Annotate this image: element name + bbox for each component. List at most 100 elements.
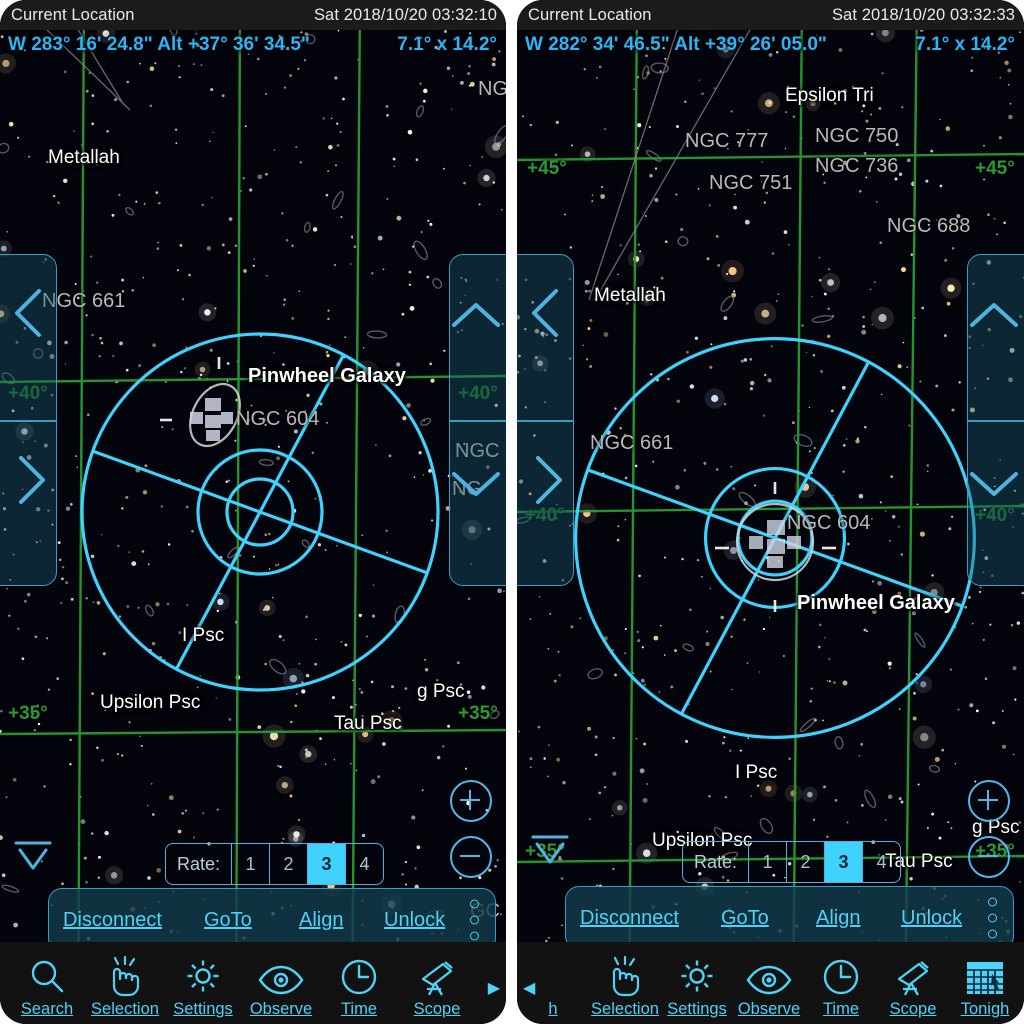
bottom-toolbar: Search Selection Settings Observe Time Scope ▶ — [0, 942, 506, 1024]
zoom-in-button[interactable] — [968, 780, 1010, 822]
rate-option-3[interactable]: 3 — [824, 842, 863, 882]
toolbar-item-tonigh[interactable]: Tonigh — [949, 947, 1021, 1019]
sky-object-label[interactable]: NGC 777 — [685, 130, 768, 153]
zoom-out-button[interactable] — [450, 836, 492, 878]
datetime-label[interactable]: Sat 2018/10/20 03:32:33 — [832, 6, 1015, 25]
chevron-left-icon[interactable] — [7, 283, 53, 348]
toolbar-item-selection[interactable]: Selection — [589, 947, 661, 1019]
sky-object-label[interactable]: NGC 688 — [887, 215, 970, 238]
scope-action-disconnect[interactable]: Disconnect — [63, 909, 162, 932]
chevron-left-icon[interactable] — [524, 283, 570, 348]
scope-action-goto[interactable]: GoTo — [204, 909, 252, 932]
gear-icon — [676, 955, 718, 997]
sky-object-label[interactable]: g Psc — [417, 681, 465, 703]
field-of-view: 7.1° x 14.2° — [397, 34, 497, 55]
nav-pad-horizontal[interactable] — [517, 254, 574, 586]
sky-object-label[interactable]: NGC 604 — [236, 408, 319, 431]
scope-action-unlock[interactable]: Unlock — [384, 909, 445, 932]
sky-object-label[interactable]: NGC 604 — [787, 512, 870, 535]
pad-divider — [517, 420, 573, 422]
dual-screenshot-stage: +40° +40° +35° +35° Metallah NGC 661 Pinwheel … — [0, 0, 1024, 1024]
toolbar-item-settings[interactable]: Settings — [164, 947, 242, 1019]
slew-rate-selector[interactable]: Rate: 1 2 3 4 — [682, 841, 902, 883]
collapse-panel-button[interactable] — [10, 836, 56, 876]
scope-action-disconnect[interactable]: Disconnect — [580, 907, 679, 930]
chevron-down-icon[interactable] — [964, 460, 1024, 511]
more-options-icon[interactable] — [988, 897, 997, 939]
sky-object-label[interactable]: I Psc — [735, 762, 777, 784]
coordinate-readout: W 282° 34' 46.5" Alt +39° 26' 05.0" 7.1° … — [517, 30, 1024, 60]
toolbar-item-scope[interactable]: Scope — [877, 947, 949, 1019]
toolbar-scroll-right-icon[interactable]: ▶ — [488, 978, 500, 998]
telescope-icon — [891, 955, 935, 997]
toolbar-item-observe[interactable]: Observe — [733, 947, 805, 1019]
grid-label: +35° — [8, 703, 48, 724]
sky-object-label[interactable]: NGC 736 — [815, 155, 898, 178]
field-of-view: 7.1° x 14.2° — [915, 34, 1015, 55]
sky-panel-right: +45° +45° +40° +40° +35° +35° Epsilon Tri NGC 7… — [517, 0, 1024, 1024]
toolbar-item-search[interactable]: Search — [8, 947, 86, 1019]
sky-object-label[interactable]: Pinwheel Galaxy — [797, 592, 955, 615]
zoom-out-button[interactable] — [968, 836, 1010, 878]
rate-option-3[interactable]: 3 — [307, 844, 346, 884]
toolbar-item-label: Observe — [737, 1000, 801, 1018]
toolbar-item-observe[interactable]: Observe — [242, 947, 320, 1019]
toolbar-item-label: Observe — [249, 1000, 313, 1018]
zoom-in-button[interactable] — [450, 780, 492, 822]
toolbar-item-settings[interactable]: Settings — [661, 947, 733, 1019]
sky-object-label[interactable]: Metallah — [48, 147, 120, 169]
scope-action-align[interactable]: Align — [816, 907, 860, 930]
sky-object-label[interactable]: NGC 751 — [709, 172, 792, 195]
pointing-coordinates: W 282° 34' 46.5" Alt +39° 26' 05.0" — [525, 34, 827, 55]
current-location-label[interactable]: Current Location — [528, 6, 652, 25]
chevron-up-icon[interactable] — [964, 293, 1024, 344]
toolbar-item-scope[interactable]: Scope — [398, 947, 476, 1019]
scope-action-align[interactable]: Align — [299, 909, 343, 932]
eye-icon — [745, 955, 793, 997]
sky-object-label[interactable]: NGC 750 — [815, 125, 898, 148]
sky-object-label[interactable]: Epsilon Tri — [785, 85, 874, 107]
search-icon — [27, 955, 67, 997]
collapse-panel-button[interactable] — [527, 830, 573, 870]
toolbar-item-time[interactable]: Time — [805, 947, 877, 1019]
slew-rate-selector[interactable]: Rate: 1 2 3 4 — [165, 843, 385, 885]
scope-action-unlock[interactable]: Unlock — [901, 907, 962, 930]
sky-object-label[interactable]: Metallah — [594, 285, 666, 307]
more-options-icon[interactable] — [470, 899, 479, 941]
toolbar-item-time[interactable]: Time — [320, 947, 398, 1019]
chevron-right-icon[interactable] — [524, 450, 570, 515]
pointing-coordinates: W 283° 16' 24.8" Alt +37° 36' 34.5" — [8, 34, 310, 55]
sky-panel-left: +40° +40° +35° +35° Metallah NGC 661 Pinwheel … — [0, 0, 506, 1024]
nav-pad-vertical[interactable] — [449, 254, 506, 586]
sky-object-label[interactable]: NG — [478, 78, 506, 101]
rate-option-4[interactable]: 4 — [345, 844, 383, 884]
pad-divider — [450, 420, 506, 422]
nav-pad-vertical[interactable] — [967, 254, 1024, 586]
nav-pad-horizontal[interactable] — [0, 254, 57, 586]
clock-icon — [821, 955, 861, 997]
chevron-up-icon[interactable] — [446, 293, 506, 344]
sky-object-label[interactable]: NGC 661 — [590, 432, 673, 455]
bottom-toolbar: h Selection Settings Observe Time Scope Tonigh… — [517, 942, 1024, 1024]
toolbar-scroll-left-icon[interactable]: ◀ — [523, 978, 535, 998]
sky-object-label[interactable]: Upsilon Psc — [100, 692, 200, 714]
chevron-right-icon[interactable] — [7, 450, 53, 515]
scope-action-goto[interactable]: GoTo — [721, 907, 769, 930]
toolbar-item-selection[interactable]: Selection — [86, 947, 164, 1019]
rate-option-1[interactable]: 1 — [748, 842, 786, 882]
rate-option-2[interactable]: 2 — [786, 842, 824, 882]
toolbar-item-label: h — [548, 1000, 558, 1018]
sky-object-label[interactable]: Tau Psc — [334, 713, 402, 735]
sky-object-label[interactable]: I Psc — [182, 625, 224, 647]
status-header: Current Location Sat 2018/10/20 03:32:10 — [0, 0, 506, 30]
hand-tap-icon — [605, 955, 645, 997]
current-location-label[interactable]: Current Location — [11, 6, 135, 25]
datetime-label[interactable]: Sat 2018/10/20 03:32:10 — [314, 6, 497, 25]
rate-option-2[interactable]: 2 — [269, 844, 307, 884]
toolbar-item-label: Selection — [91, 1000, 159, 1018]
rate-option-1[interactable]: 1 — [231, 844, 269, 884]
chevron-down-icon[interactable] — [446, 460, 506, 511]
rate-option-4[interactable]: 4 — [862, 842, 900, 882]
sky-object-label[interactable]: Pinwheel Galaxy — [248, 365, 406, 388]
grid-label: +45° — [527, 158, 567, 179]
